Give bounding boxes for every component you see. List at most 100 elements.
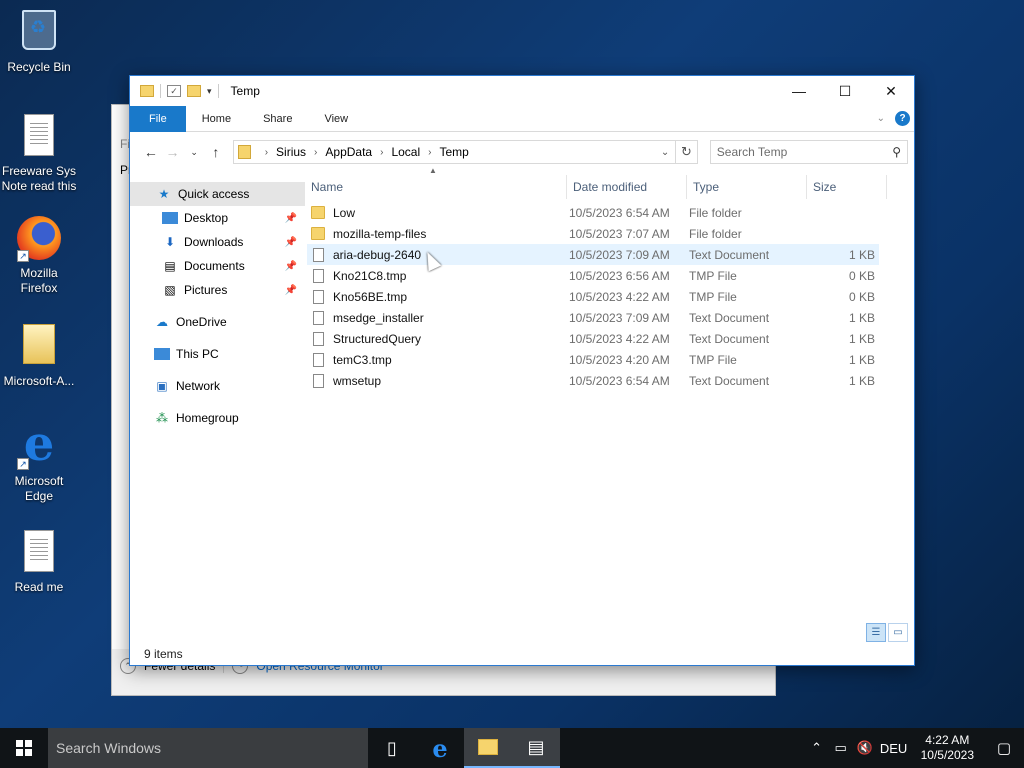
input-language[interactable]: DEU <box>877 741 911 756</box>
breadcrumb-local[interactable]: Local <box>391 145 420 159</box>
text-file-icon <box>313 352 324 367</box>
file-explorer-icon <box>478 739 498 755</box>
nav-quick-access[interactable]: ★ Quick access <box>130 182 305 206</box>
forward-button[interactable]: → <box>162 144 184 160</box>
nav-onedrive[interactable]: ☁ OneDrive <box>130 310 305 334</box>
file-row[interactable]: msedge_installer 10/5/2023 7:09 AM Text Do… <box>307 307 879 328</box>
breadcrumb-appdata[interactable]: AppData <box>325 145 372 159</box>
customize-quick-access-icon[interactable]: ▾ <box>207 86 212 97</box>
volume-muted-icon[interactable]: 🔇 <box>853 740 877 756</box>
search-input[interactable]: Search Temp ⚲ <box>709 140 908 164</box>
tab-share[interactable]: Share <box>247 106 308 132</box>
file-type: Text Document <box>689 247 770 262</box>
file-row[interactable]: temC3.tmp 10/5/2023 4:20 AM TMP File 1 KB <box>307 349 879 370</box>
maximize-button[interactable]: ☐ <box>822 76 868 106</box>
desktop-icon-edge[interactable]: e ↗ Microsoft Edge <box>1 420 77 504</box>
breadcrumb-separator[interactable]: › <box>265 147 268 158</box>
pin-icon[interactable]: 📌 <box>285 261 297 272</box>
clock[interactable]: 4:22 AM 10/5/2023 <box>911 733 984 763</box>
file-type: TMP File <box>689 352 737 367</box>
taskbar-file-explorer[interactable] <box>464 728 512 768</box>
details-view-button[interactable]: ☰ <box>866 623 886 642</box>
file-name: mozilla-temp-files <box>307 227 569 241</box>
taskbar-edge[interactable]: e <box>416 728 464 768</box>
nav-homegroup[interactable]: ⁂ Homegroup <box>130 406 305 430</box>
nav-network[interactable]: ▣ Network <box>130 374 305 398</box>
nav-this-pc[interactable]: This PC <box>130 342 305 366</box>
nav-downloads[interactable]: ⬇ Downloads 📌 <box>130 230 305 254</box>
nav-desktop[interactable]: Desktop 📌 <box>130 206 305 230</box>
up-button[interactable]: ↑ <box>205 144 227 160</box>
file-name: msedge_installer <box>307 310 569 325</box>
breadcrumb-separator[interactable]: › <box>314 147 317 158</box>
column-type[interactable]: Type <box>687 175 807 199</box>
file-date: 10/5/2023 6:54 AM <box>569 205 670 220</box>
pin-icon[interactable]: 📌 <box>285 237 297 248</box>
pin-icon[interactable]: 📌 <box>285 213 297 224</box>
expand-ribbon-icon[interactable]: ⌄ <box>877 113 885 124</box>
desktop-icon-label: Microsoft-A... <box>3 374 75 388</box>
text-file-icon <box>313 247 324 262</box>
column-headers: ▲ Name Date modified Type Size <box>305 166 914 202</box>
file-row[interactable]: Kno21C8.tmp 10/5/2023 6:56 AM TMP File 0 KB <box>307 265 879 286</box>
documents-icon: ▤ <box>164 259 176 273</box>
folder-icon <box>311 206 325 219</box>
desktop-icon-firefox[interactable]: ↗ Mozilla Firefox <box>1 216 77 296</box>
pin-icon[interactable]: 📌 <box>285 285 297 296</box>
file-date: 10/5/2023 7:07 AM <box>569 226 670 241</box>
column-date-modified[interactable]: Date modified <box>567 175 687 199</box>
close-button[interactable]: ✕ <box>868 76 914 106</box>
text-file-icon <box>313 289 324 304</box>
taskbar-task-manager[interactable]: ▤ <box>512 728 560 768</box>
file-row[interactable]: Kno56BE.tmp 10/5/2023 4:22 AM TMP File 0 KB <box>307 286 879 307</box>
tab-home[interactable]: Home <box>186 106 247 132</box>
title-bar[interactable]: ✓ ▾ Temp — ☐ ✕ <box>130 76 914 106</box>
help-icon[interactable]: ? <box>895 111 910 126</box>
status-bar: 9 items <box>130 643 914 665</box>
file-row[interactable]: aria-debug-2640 10/5/2023 7:09 AM Text Doc… <box>307 244 879 265</box>
large-icons-view-button[interactable]: ▭ <box>888 623 908 642</box>
nav-documents[interactable]: ▤ Documents 📌 <box>130 254 305 278</box>
task-view-button[interactable]: ▯ <box>368 728 416 768</box>
start-button[interactable] <box>0 728 48 768</box>
windows-logo-icon <box>16 740 32 756</box>
address-bar[interactable]: › Sirius › AppData › Local › Temp ⌄ <box>232 140 677 164</box>
file-size: 0 KB <box>848 268 875 283</box>
nav-label: Desktop <box>184 211 229 225</box>
file-row[interactable]: StructuredQuery 10/5/2023 4:22 AM Text Doc… <box>307 328 879 349</box>
file-row[interactable]: wmsetup 10/5/2023 6:54 AM Text Document 1 K… <box>307 370 879 391</box>
tab-file[interactable]: File <box>130 105 186 132</box>
chevron-down-icon[interactable]: ⌄ <box>655 147 675 158</box>
nav-pictures[interactable]: ▧ Pictures 📌 <box>130 278 305 302</box>
desktop-icon-read-me[interactable]: Read me <box>1 528 77 595</box>
taskbar-search-input[interactable]: Search Windows <box>48 728 368 768</box>
new-folder-icon[interactable] <box>187 85 201 97</box>
file-date: 10/5/2023 4:22 AM <box>569 331 670 346</box>
file-row[interactable]: mozilla-temp-files 10/5/2023 7:07 AM File … <box>307 223 879 244</box>
network-icon[interactable]: ▭ <box>829 740 853 756</box>
back-button[interactable]: ← <box>140 144 162 160</box>
column-name[interactable]: Name <box>305 175 567 199</box>
file-size: 1 KB <box>848 331 875 346</box>
file-row[interactable]: Low 10/5/2023 6:54 AM File folder <box>307 202 879 223</box>
breadcrumb-separator[interactable]: › <box>428 147 431 158</box>
chevron-up-icon[interactable]: ⌃ <box>805 740 829 756</box>
nav-label: This PC <box>176 347 219 361</box>
desktop-icon-recycle-bin[interactable]: Recycle Bin <box>1 8 77 75</box>
tab-view[interactable]: View <box>308 106 364 132</box>
minimize-button[interactable]: — <box>776 76 822 106</box>
breadcrumb-sirius[interactable]: Sirius <box>276 145 306 159</box>
file-type: TMP File <box>689 268 737 283</box>
file-explorer-window[interactable]: ✓ ▾ Temp — ☐ ✕ File Home Share View ⌄ ? … <box>129 75 915 666</box>
file-name: wmsetup <box>307 373 569 388</box>
recent-locations-button[interactable]: ⌄ <box>183 147 205 158</box>
column-size[interactable]: Size <box>807 175 887 199</box>
breadcrumb-temp[interactable]: Temp <box>439 145 468 159</box>
breadcrumb-separator[interactable]: › <box>380 147 383 158</box>
text-file-icon <box>313 331 324 346</box>
refresh-button[interactable]: ↻ <box>676 140 698 164</box>
action-center-icon[interactable]: ▢ <box>984 728 1024 768</box>
desktop-icon-microsoft-folder[interactable]: Microsoft-A... <box>1 320 77 389</box>
desktop-icon-freeware-note[interactable]: Freeware Sys Note read this <box>1 112 77 194</box>
properties-icon[interactable]: ✓ <box>167 85 181 97</box>
